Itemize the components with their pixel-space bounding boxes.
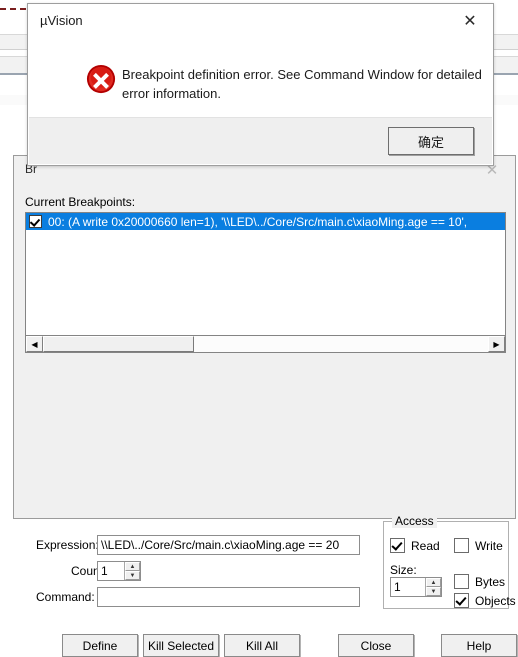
spin-down-icon[interactable]: ▼ <box>426 587 441 596</box>
checkbox-box <box>454 538 469 553</box>
help-button[interactable]: Help <box>441 634 517 657</box>
modal-footer: 确定 <box>29 117 492 164</box>
read-checkbox[interactable]: Read <box>390 538 440 553</box>
objects-checkbox[interactable]: Objects <box>454 593 516 608</box>
breakpoints-dialog: Br ✕ Current Breakpoints: 00: (A write 0… <box>13 155 517 657</box>
scroll-left-arrow-icon[interactable]: ◀ <box>26 336 43 352</box>
checkbox-box <box>454 574 469 589</box>
spin-up-icon[interactable]: ▲ <box>426 578 441 587</box>
command-input[interactable] <box>97 587 360 607</box>
size-label: Size: <box>390 563 417 577</box>
count-input[interactable]: 1 <box>98 562 124 580</box>
close-button[interactable]: Close <box>338 634 414 657</box>
error-message: Breakpoint definition error. See Command… <box>122 67 482 101</box>
checkbox-box <box>454 593 469 608</box>
list-item[interactable]: 00: (A write 0x20000660 len=1), '\\LED\.… <box>26 213 505 230</box>
size-stepper[interactable]: 1 ▲ ▼ <box>390 577 442 597</box>
write-checkbox[interactable]: Write <box>454 538 503 553</box>
ok-button[interactable]: 确定 <box>388 127 474 155</box>
current-breakpoints-label: Current Breakpoints: <box>25 195 136 209</box>
scroll-right-arrow-icon[interactable]: ▶ <box>488 336 505 352</box>
scrollbar-track[interactable] <box>43 336 488 352</box>
kill-selected-button[interactable]: Kill Selected <box>143 634 219 657</box>
write-checkbox-label: Write <box>475 538 503 553</box>
breakpoint-enabled-checkbox[interactable] <box>29 215 42 228</box>
kill-all-button[interactable]: Kill All <box>224 634 300 657</box>
bytes-checkbox[interactable]: Bytes <box>454 574 505 589</box>
error-icon <box>86 64 116 94</box>
modal-title: µVision <box>40 13 83 28</box>
define-button[interactable]: Define <box>62 634 138 657</box>
expression-input[interactable]: \\LED\../Core/Src/main.c\xiaoMing.age ==… <box>97 535 360 555</box>
count-spin-buttons[interactable]: ▲ ▼ <box>124 562 140 580</box>
scrollbar-thumb[interactable] <box>43 336 195 352</box>
size-input[interactable]: 1 <box>391 578 425 596</box>
spin-down-icon[interactable]: ▼ <box>125 571 140 580</box>
horizontal-scrollbar[interactable]: ◀ ▶ <box>25 336 506 353</box>
uvision-error-dialog: µVision ✕ Breakpoint definition error. S… <box>27 3 494 166</box>
read-checkbox-label: Read <box>411 538 440 553</box>
expression-label: Expression: <box>36 538 99 552</box>
command-label: Command: <box>36 590 95 604</box>
size-spin-buttons[interactable]: ▲ ▼ <box>425 578 441 596</box>
objects-checkbox-label: Objects <box>475 593 516 608</box>
access-group-label: Access <box>392 514 437 528</box>
count-stepper[interactable]: 1 ▲ ▼ <box>97 561 141 581</box>
bytes-checkbox-label: Bytes <box>475 574 506 589</box>
spin-up-icon[interactable]: ▲ <box>125 562 140 571</box>
close-icon[interactable]: ✕ <box>447 4 493 38</box>
breakpoint-item-label: 00: (A write 0x20000660 len=1), '\\LED\.… <box>48 214 468 229</box>
breakpoint-list[interactable]: 00: (A write 0x20000660 len=1), '\\LED\.… <box>25 212 506 336</box>
checkbox-box <box>390 538 405 553</box>
modal-titlebar: µVision ✕ <box>28 4 493 38</box>
